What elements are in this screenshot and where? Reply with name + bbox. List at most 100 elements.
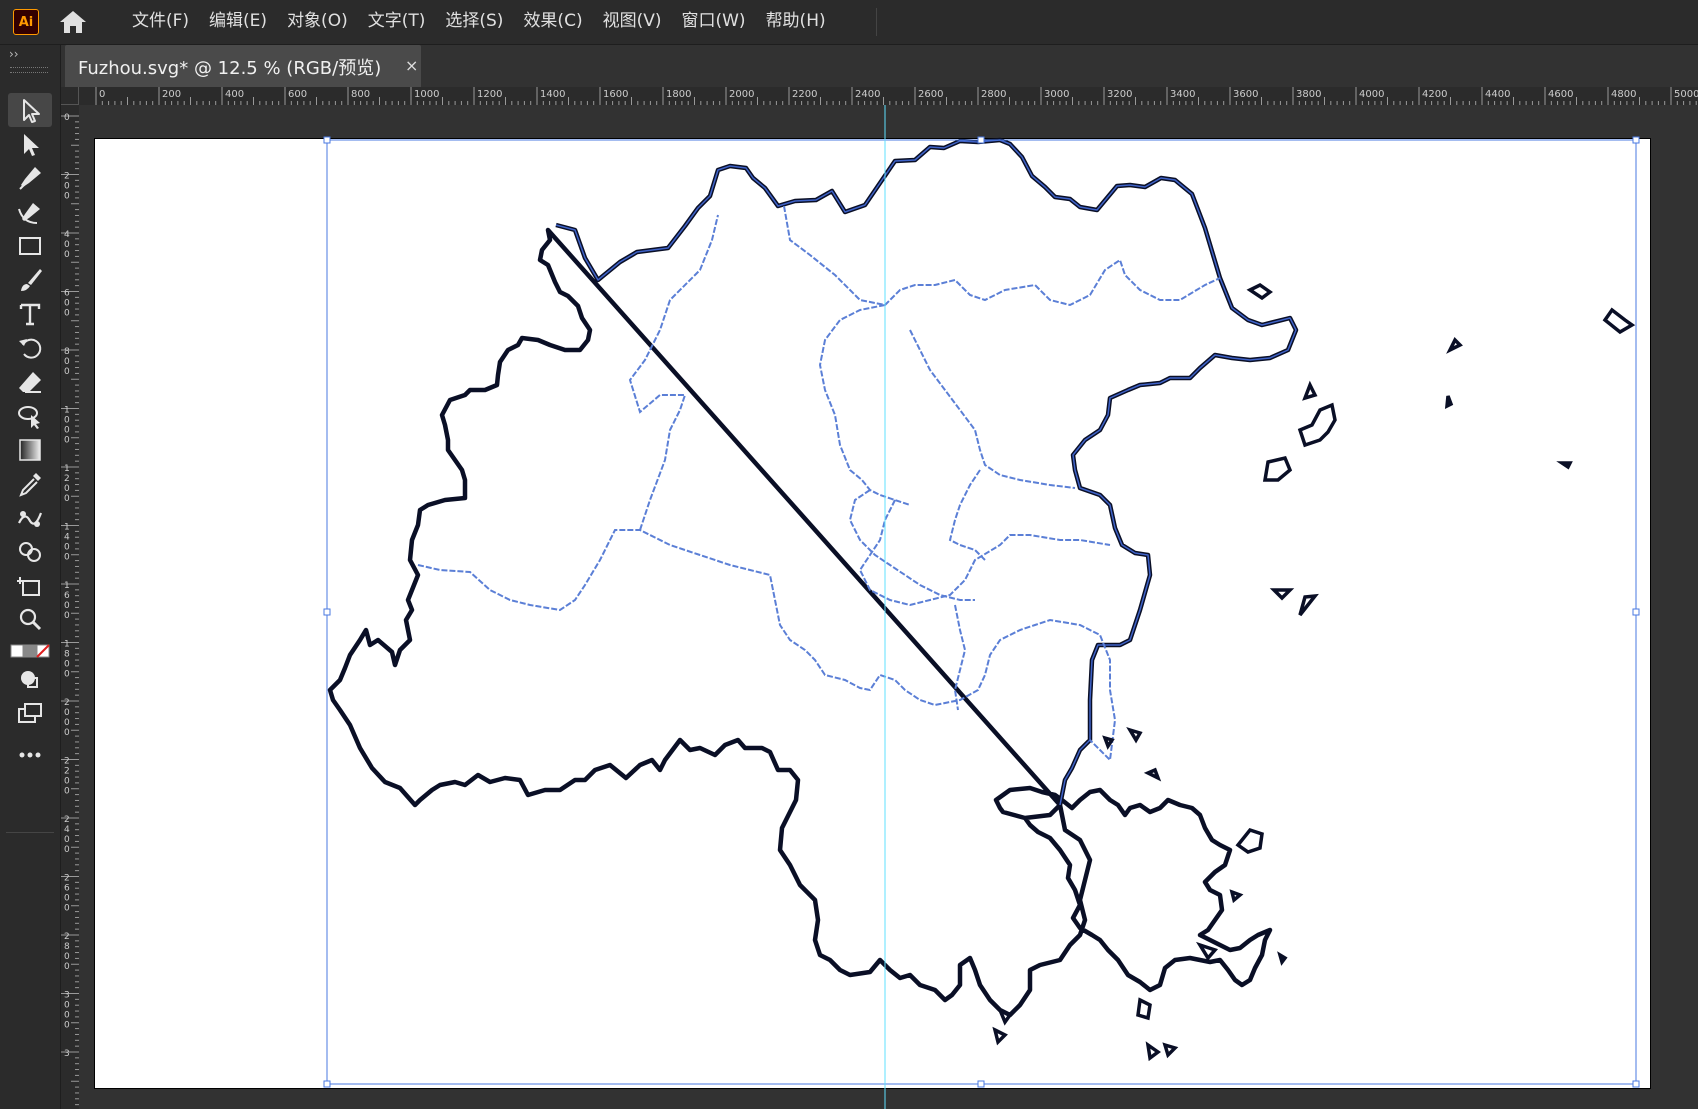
district-border bbox=[909, 329, 1076, 489]
panel-grip[interactable] bbox=[10, 67, 48, 73]
more-tools[interactable] bbox=[8, 742, 52, 768]
close-icon[interactable]: × bbox=[405, 56, 418, 75]
ruler-label: 0 bbox=[64, 670, 70, 680]
ruler-label: 0 bbox=[64, 426, 70, 436]
ruler-label: 0 bbox=[64, 718, 70, 728]
ruler-label: 0 bbox=[64, 357, 70, 367]
pen-tool[interactable] bbox=[8, 161, 52, 195]
menu-bar: Ai 文件(F) 编辑(E) 对象(O) 文字(T) 选择(S) 效果(C) 视… bbox=[0, 0, 1698, 45]
home-icon[interactable] bbox=[58, 9, 88, 35]
island bbox=[1269, 588, 1295, 601]
ruler-label: 0 bbox=[64, 1011, 70, 1021]
menu-window[interactable]: 窗口(W) bbox=[671, 0, 755, 44]
rotate-tool[interactable] bbox=[8, 331, 52, 365]
ruler-label: 4000 bbox=[1359, 89, 1384, 100]
ruler-label: 0 bbox=[64, 962, 70, 972]
island bbox=[1162, 1042, 1179, 1059]
ruler-label: 0 bbox=[64, 182, 70, 192]
canvas[interactable] bbox=[79, 105, 1698, 1109]
rectangle-tool[interactable] bbox=[8, 229, 52, 263]
ruler-label: 6 bbox=[64, 289, 70, 299]
fill-stroke-swatch[interactable] bbox=[8, 639, 52, 663]
ruler-label: 0 bbox=[64, 250, 70, 260]
brush-icon bbox=[21, 269, 42, 291]
ruler-label: 8 bbox=[64, 650, 70, 660]
pen-icon bbox=[19, 167, 41, 190]
island bbox=[1126, 727, 1143, 744]
mainland-outline-highlight bbox=[555, 139, 1297, 806]
vertical-ruler[interactable]: 0200400600800100012001400160018002000220… bbox=[61, 105, 79, 1109]
ruler-label: 800 bbox=[351, 89, 370, 100]
eyedropper-tool[interactable] bbox=[8, 467, 52, 501]
direct-selection-tool[interactable] bbox=[8, 127, 52, 161]
menu-file[interactable]: 文件(F) bbox=[122, 0, 199, 44]
ruler-label: 0 bbox=[64, 416, 70, 426]
ruler-label: 4 bbox=[64, 230, 70, 240]
district-border bbox=[818, 304, 911, 506]
selection-handle bbox=[977, 1080, 985, 1088]
ruler-label: 4800 bbox=[1611, 89, 1636, 100]
ruler-label: 4600 bbox=[1548, 89, 1573, 100]
island bbox=[1246, 282, 1273, 301]
puppet-warp-icon bbox=[18, 406, 40, 429]
blend-tool[interactable] bbox=[8, 501, 52, 535]
ruler-label: 4 bbox=[64, 533, 70, 543]
puppet-warp-tool[interactable] bbox=[8, 399, 52, 433]
curvature-tool[interactable] bbox=[8, 195, 52, 229]
fuzhou-map-artwork[interactable] bbox=[79, 105, 1698, 1109]
artboard-icon bbox=[17, 577, 40, 596]
curvature-icon bbox=[18, 203, 40, 224]
menu-select[interactable]: 选择(S) bbox=[435, 0, 513, 44]
menu-type[interactable]: 文字(T) bbox=[358, 0, 436, 44]
ruler-label: 5000 bbox=[1674, 89, 1698, 100]
document-tabs: Fuzhou.svg* @ 12.5 % (RGB/预览) × bbox=[61, 45, 1698, 87]
shape-builder-tool[interactable] bbox=[8, 535, 52, 569]
expand-panel-icon[interactable]: ›› bbox=[9, 47, 19, 61]
ruler-label: 2 bbox=[64, 474, 70, 484]
ruler-label: 4 bbox=[64, 825, 70, 835]
menu-effect[interactable]: 效果(C) bbox=[513, 0, 592, 44]
ruler-label: 1 bbox=[64, 406, 70, 416]
horizontal-ruler[interactable]: 0 200 400 600 800 1000 1200 1400 1600 1800 2000 220… bbox=[79, 87, 1698, 105]
ruler-label: 0 bbox=[99, 89, 105, 100]
draw-mode[interactable] bbox=[8, 667, 52, 693]
ruler-origin[interactable] bbox=[61, 87, 79, 105]
ruler-label: 0 bbox=[64, 309, 70, 319]
document-tab[interactable]: Fuzhou.svg* @ 12.5 % (RGB/预览) × bbox=[65, 45, 421, 87]
ruler-label: 1 bbox=[64, 581, 70, 591]
artboard-tool[interactable] bbox=[8, 569, 52, 603]
main-menu: 文件(F) 编辑(E) 对象(O) 文字(T) 选择(S) 效果(C) 视图(V… bbox=[122, 0, 836, 44]
ruler-label: 1 bbox=[64, 523, 70, 533]
district-border bbox=[417, 529, 1117, 763]
ruler-label: 3200 bbox=[1107, 89, 1132, 100]
menu-object[interactable]: 对象(O) bbox=[277, 0, 358, 44]
ruler-label: 0 bbox=[64, 845, 70, 855]
menu-edit[interactable]: 编辑(E) bbox=[199, 0, 277, 44]
island bbox=[1297, 402, 1337, 448]
district-border bbox=[858, 499, 1111, 607]
menu-view[interactable]: 视图(V) bbox=[593, 0, 672, 44]
eraser-tool[interactable] bbox=[8, 365, 52, 399]
ruler-label: 0 bbox=[64, 192, 70, 202]
gradient-tool[interactable] bbox=[8, 433, 52, 467]
ruler-label: 200 bbox=[162, 89, 181, 100]
selection-tool[interactable] bbox=[8, 93, 52, 127]
district-border bbox=[848, 489, 975, 601]
ruler-label: 0 bbox=[64, 835, 70, 845]
zoom-tool[interactable] bbox=[8, 603, 52, 637]
ruler-label: 3400 bbox=[1170, 89, 1195, 100]
menu-help[interactable]: 帮助(H) bbox=[756, 0, 836, 44]
eraser-icon bbox=[19, 372, 41, 393]
ruler-label: 8 bbox=[64, 942, 70, 952]
ruler-label: 400 bbox=[225, 89, 244, 100]
paintbrush-tool[interactable] bbox=[8, 263, 52, 297]
island bbox=[1229, 889, 1244, 904]
ruler-label: 2 bbox=[64, 757, 70, 767]
document-title: Fuzhou.svg* @ 12.5 % (RGB/预览) bbox=[78, 58, 382, 79]
selection-bounds bbox=[323, 136, 1640, 1088]
direct-arrow-icon bbox=[24, 134, 39, 156]
island bbox=[1444, 395, 1454, 409]
screen-mode[interactable] bbox=[8, 701, 52, 727]
ruler-label: 3000 bbox=[1044, 89, 1069, 100]
type-tool[interactable] bbox=[8, 297, 52, 331]
